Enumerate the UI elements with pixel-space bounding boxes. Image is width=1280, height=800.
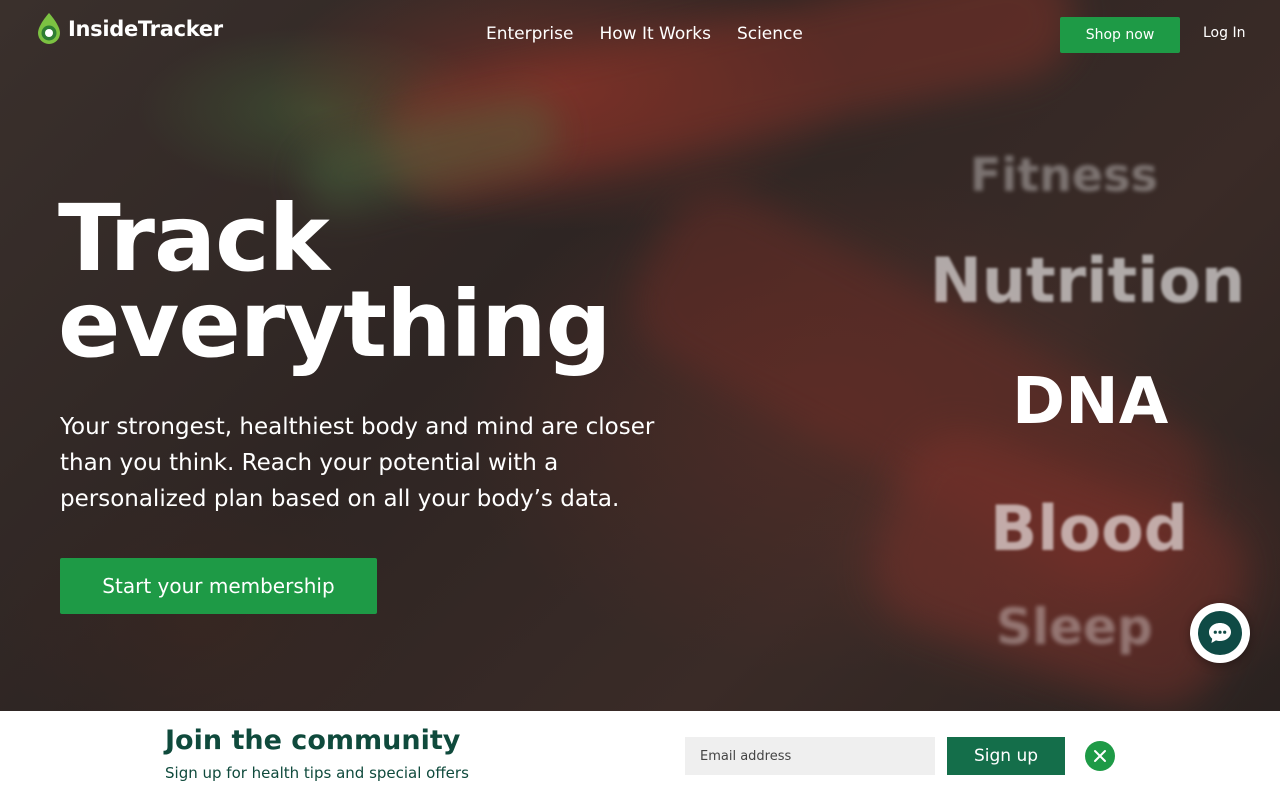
hero-section: InsideTracker Enterprise How It Works Sc… [0, 0, 1280, 711]
logo-drop-icon [38, 13, 60, 44]
newsletter-subtitle: Sign up for health tips and special offe… [165, 764, 469, 782]
word-dna: DNA [1012, 365, 1169, 439]
logo[interactable]: InsideTracker [34, 12, 223, 46]
email-input[interactable] [685, 737, 935, 775]
shop-now-button[interactable]: Shop now [1060, 17, 1180, 53]
start-membership-button[interactable]: Start your membership [60, 558, 377, 614]
newsletter-bar: Join the community Sign up for health ti… [0, 711, 1280, 800]
sign-up-button[interactable]: Sign up [947, 737, 1065, 775]
newsletter-title: Join the community [165, 725, 461, 756]
word-nutrition: Nutrition [930, 244, 1246, 317]
word-sleep: Sleep [996, 598, 1153, 656]
chat-bubble-icon [1198, 611, 1242, 655]
close-icon[interactable] [1085, 741, 1115, 771]
word-blood: Blood [990, 492, 1189, 565]
nav-enterprise[interactable]: Enterprise [486, 24, 573, 44]
chat-widget-button[interactable] [1190, 603, 1250, 663]
logo-text: InsideTracker [68, 17, 223, 41]
main-nav: Enterprise How It Works Science [486, 24, 803, 44]
word-fitness: Fitness [970, 148, 1158, 202]
headline-line-2: everything [58, 271, 611, 378]
log-in-link[interactable]: Log In [1203, 25, 1245, 41]
nav-how-it-works[interactable]: How It Works [599, 24, 710, 44]
hero-headline: Track everything [58, 193, 611, 371]
hero-subtext: Your strongest, healthiest body and mind… [60, 414, 655, 512]
nav-science[interactable]: Science [737, 24, 803, 44]
